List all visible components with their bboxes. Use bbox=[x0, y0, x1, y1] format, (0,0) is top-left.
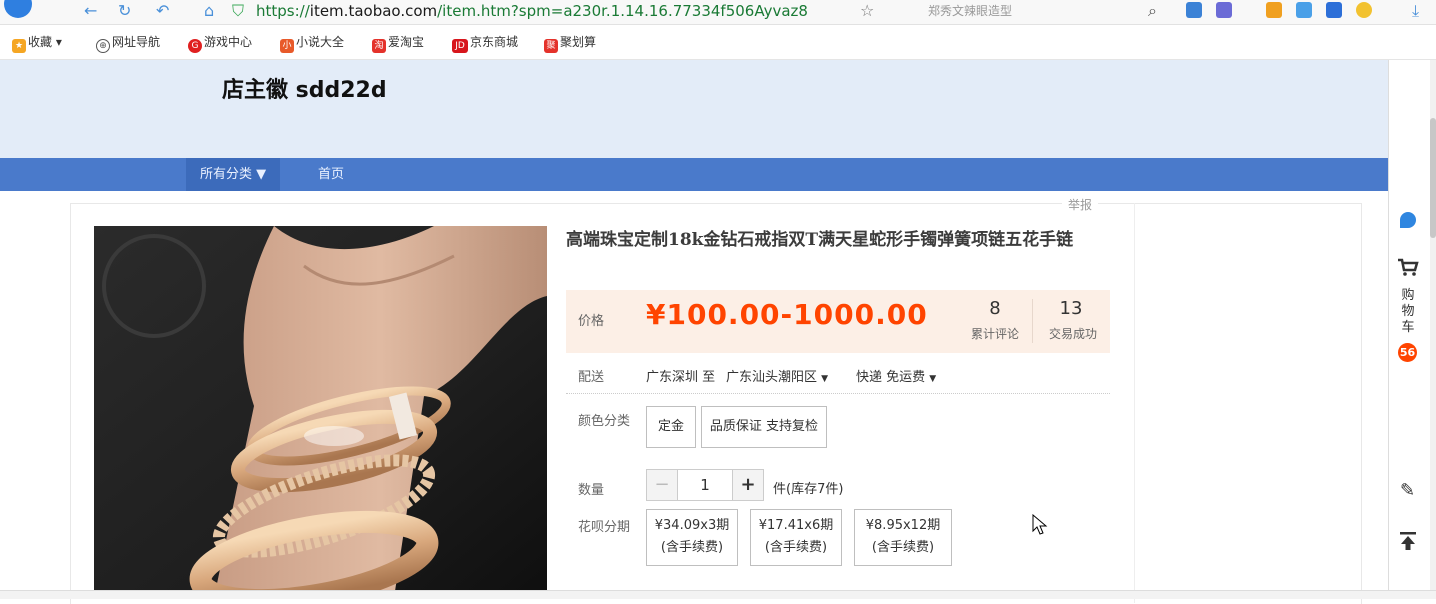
book-icon: 小 bbox=[280, 39, 294, 53]
nav-all-categories[interactable]: 所有分类 ▼ bbox=[186, 158, 281, 191]
taobao-icon: 淘 bbox=[372, 39, 386, 53]
bookmark-novels[interactable]: 小小说大全 bbox=[280, 25, 344, 59]
product-title: 高端珠宝定制18k金钻石戒指双T满天星蛇形手镯弹簧项链五花手链 bbox=[566, 230, 1074, 250]
bookmark-jd[interactable]: JD 京东商城 bbox=[452, 25, 518, 59]
game-icon: G bbox=[188, 39, 202, 53]
back-icon[interactable]: ← bbox=[84, 0, 97, 22]
quantity-increase-button[interactable]: + bbox=[732, 469, 764, 501]
address-search-hint[interactable]: 郑秀文辣眼造型 bbox=[928, 0, 1012, 22]
search-icon[interactable]: ⌕ bbox=[1148, 0, 1157, 22]
sales-label: 交易成功 bbox=[1048, 327, 1097, 341]
installment-amount: ¥17.41x6期 bbox=[758, 518, 834, 533]
scrollbar-thumb[interactable] bbox=[1430, 118, 1436, 238]
review-count[interactable]: 8 bbox=[970, 298, 1020, 319]
shipping-method[interactable]: 快递 免运费 ▼ bbox=[856, 366, 936, 385]
url-scheme: https:// bbox=[256, 2, 310, 20]
edit-icon[interactable]: ✎ bbox=[1400, 480, 1415, 501]
globe-icon: ⊕ bbox=[96, 39, 110, 53]
shipping-destination[interactable]: 广东汕头潮阳区 ▼ bbox=[726, 366, 828, 385]
bookmark-favorites[interactable]: ★ 收藏 ▾ bbox=[12, 25, 62, 59]
juhuasuan-icon: 聚 bbox=[544, 39, 558, 53]
report-link[interactable]: 举报 bbox=[1062, 196, 1099, 213]
url-host: item.taobao.com bbox=[309, 2, 438, 20]
stat-divider bbox=[1032, 299, 1033, 343]
shop-nav: 所有分类 ▼ 首页 bbox=[0, 158, 1388, 191]
shipping-from: 广东深圳 至 bbox=[646, 370, 716, 385]
bracelet-photo bbox=[94, 226, 547, 598]
installment-fee: (含手续费) bbox=[660, 540, 724, 555]
color-option-quality[interactable]: 品质保证 支持复检 bbox=[701, 406, 827, 448]
url-path: /item.htm?spm=a230r.1.14.16.77334f506Ayv… bbox=[437, 2, 808, 20]
undo-close-icon[interactable]: ↶ bbox=[156, 0, 169, 22]
installment-amount: ¥8.95x12期 bbox=[865, 518, 941, 533]
secure-shield-icon: ⛉ bbox=[232, 1, 245, 20]
installment-option-6[interactable]: ¥17.41x6期 (含手续费) bbox=[750, 509, 842, 566]
cart-label[interactable]: 购物车 bbox=[1400, 288, 1416, 336]
installment-label: 花呗分期 bbox=[578, 520, 631, 535]
color-label: 颜色分类 bbox=[578, 414, 631, 429]
nav-home[interactable]: 首页 bbox=[304, 158, 358, 191]
price-value: ¥100.00-1000.00 bbox=[646, 298, 928, 331]
back-to-top-icon[interactable] bbox=[1399, 531, 1417, 551]
quantity-input[interactable]: 1 bbox=[678, 469, 732, 501]
bookmark-games[interactable]: G 游戏中心 bbox=[188, 25, 252, 59]
cart-count-badge: 56 bbox=[1398, 343, 1417, 362]
screenshot-icon[interactable] bbox=[1296, 2, 1312, 18]
divider bbox=[1134, 203, 1135, 603]
address-bar[interactable]: https://item.taobao.com/item.htm?spm=a23… bbox=[256, 0, 808, 22]
download-icon[interactable]: ⤓ bbox=[1412, 0, 1419, 22]
bookmark-star-icon[interactable]: ☆ bbox=[860, 0, 874, 22]
installment-fee: (含手续费) bbox=[871, 540, 935, 555]
bookmark-nav[interactable]: ⊕ 网址导航 bbox=[96, 25, 160, 59]
refresh-icon[interactable]: ↻ bbox=[118, 0, 131, 22]
product-image[interactable] bbox=[94, 226, 547, 598]
installment-amount: ¥34.09x3期 bbox=[654, 518, 730, 533]
shop-name[interactable]: 店主徽 sdd22d bbox=[222, 72, 387, 104]
chat-icon[interactable] bbox=[1400, 212, 1416, 228]
installment-option-12[interactable]: ¥8.95x12期 (含手续费) bbox=[854, 509, 952, 566]
shipping-label: 配送 bbox=[578, 370, 605, 385]
bookmark-juhuasuan[interactable]: 聚聚划算 bbox=[544, 25, 596, 59]
review-label[interactable]: 累计评论 bbox=[962, 325, 1028, 342]
browser-logo-icon bbox=[4, 0, 32, 18]
home-icon[interactable]: ⌂ bbox=[204, 0, 214, 22]
installment-fee: (含手续费) bbox=[764, 540, 828, 555]
price-label: 价格 bbox=[578, 314, 605, 329]
color-option-deposit[interactable]: 定金 bbox=[646, 406, 696, 448]
installment-option-3[interactable]: ¥34.09x3期 (含手续费) bbox=[646, 509, 738, 566]
bookmarks-bar: ★ 收藏 ▾ ⊕ 网址导航 G 游戏中心 小小说大全 淘爱淘宝 JD 京东商城 聚聚划算 bbox=[0, 25, 1436, 60]
dropdown-caret-icon: ▼ bbox=[929, 374, 937, 384]
stock-info: 件(库存7件) bbox=[773, 482, 844, 497]
jd-icon: JD bbox=[452, 39, 468, 53]
extension-icon[interactable] bbox=[1186, 2, 1202, 18]
translate-icon[interactable] bbox=[1216, 2, 1232, 18]
emoji-icon[interactable] bbox=[1356, 2, 1372, 18]
window-icon[interactable] bbox=[1326, 2, 1342, 18]
bookmark-aitaobao[interactable]: 淘爱淘宝 bbox=[372, 25, 424, 59]
cart-icon[interactable] bbox=[1397, 258, 1419, 276]
mouse-cursor-icon bbox=[1032, 514, 1048, 535]
star-icon: ★ bbox=[12, 39, 26, 53]
shop-banner bbox=[0, 60, 1388, 158]
browser-toolbar: ← ↻ ↶ ⌂ ⛉ https://item.taobao.com/item.h… bbox=[0, 0, 1436, 25]
sales-count: 13 bbox=[1059, 298, 1083, 319]
quantity-decrease-button[interactable]: − bbox=[646, 469, 678, 501]
quantity-label: 数量 bbox=[578, 483, 605, 498]
key-icon[interactable] bbox=[1266, 2, 1282, 18]
dropdown-caret-icon: ▼ bbox=[821, 374, 829, 384]
